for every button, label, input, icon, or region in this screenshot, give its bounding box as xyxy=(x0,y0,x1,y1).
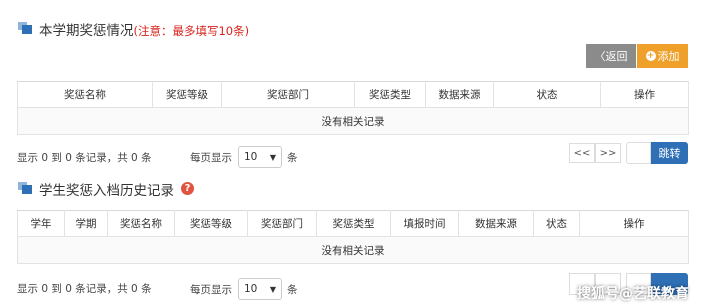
plus-icon: + xyxy=(645,51,656,61)
empty-message: 没有相关记录 xyxy=(17,236,689,264)
table-header-row: 学年 学期 奖惩名称 奖惩等级 奖惩部门 奖惩类型 填报时间 数据来源 状态 操… xyxy=(17,210,689,237)
col-award-type[interactable]: 奖惩类型 xyxy=(316,210,391,237)
per-page-label: 每页显示 xyxy=(190,152,232,164)
col-award-dept[interactable]: 奖惩部门 xyxy=(247,210,317,237)
chevron-down-icon: ▼ xyxy=(269,152,276,162)
col-data-source[interactable]: 数据来源 xyxy=(458,210,534,237)
col-school-year[interactable]: 学年 xyxy=(17,210,65,237)
col-award-level[interactable]: 奖惩等级 xyxy=(152,81,222,108)
per-page-unit: 条 xyxy=(287,284,298,296)
jump-button[interactable]: 跳转 xyxy=(651,142,688,164)
table-header-row: 奖惩名称 奖惩等级 奖惩部门 奖惩类型 数据来源 状态 操作 xyxy=(17,81,689,108)
history-title: 学生奖惩入档历史记录 xyxy=(39,183,174,199)
section-title: 本学期奖惩情况(注意：最多填写10条) xyxy=(39,19,249,39)
section-title-text: 本学期奖惩情况 xyxy=(39,23,134,39)
next-page-button[interactable]: >> xyxy=(595,143,621,163)
history-table: 学年 学期 奖惩名称 奖惩等级 奖惩部门 奖惩类型 填报时间 数据来源 状态 操… xyxy=(17,210,689,264)
col-award-name[interactable]: 奖惩名称 xyxy=(107,210,175,237)
record-summary: 显示 0 到 0 条记录，共 0 条 xyxy=(17,283,152,295)
per-page-select[interactable]: 10 ▼ xyxy=(238,146,282,168)
watermark: 搜狐号@艺联教育 xyxy=(577,286,689,302)
empty-message: 没有相关记录 xyxy=(17,107,689,135)
chevron-down-icon: ▼ xyxy=(269,284,276,294)
prev-page-button[interactable]: << xyxy=(569,143,595,163)
awards-table: 奖惩名称 奖惩等级 奖惩部门 奖惩类型 数据来源 状态 操作 没有相关记录 xyxy=(17,81,689,135)
table-row: 没有相关记录 xyxy=(17,107,689,135)
section-icon xyxy=(18,182,32,194)
col-data-source[interactable]: 数据来源 xyxy=(425,81,494,108)
per-page-select[interactable]: 10 ▼ xyxy=(238,278,282,300)
per-page-label: 每页显示 xyxy=(190,284,232,296)
per-page-unit: 条 xyxy=(287,152,298,164)
section-icon xyxy=(18,22,32,34)
col-semester[interactable]: 学期 xyxy=(64,210,108,237)
col-award-type[interactable]: 奖惩类型 xyxy=(354,81,426,108)
record-summary: 显示 0 到 0 条记录，共 0 条 xyxy=(17,152,152,164)
col-status[interactable]: 状态 xyxy=(533,210,580,237)
help-icon[interactable]: ? xyxy=(181,182,194,195)
add-button[interactable]: + 添加 xyxy=(637,44,688,68)
col-status[interactable]: 状态 xyxy=(493,81,601,108)
back-button[interactable]: 〈返回 xyxy=(586,44,636,68)
table-row: 没有相关记录 xyxy=(17,236,689,264)
col-award-name[interactable]: 奖惩名称 xyxy=(17,81,153,108)
col-actions[interactable]: 操作 xyxy=(579,210,689,237)
page-number-input[interactable] xyxy=(626,142,651,164)
col-award-dept[interactable]: 奖惩部门 xyxy=(221,81,355,108)
col-submit-time[interactable]: 填报时间 xyxy=(390,210,459,237)
limit-note: (注意：最多填写10条) xyxy=(133,24,250,38)
col-award-level[interactable]: 奖惩等级 xyxy=(174,210,248,237)
col-actions[interactable]: 操作 xyxy=(600,81,689,108)
